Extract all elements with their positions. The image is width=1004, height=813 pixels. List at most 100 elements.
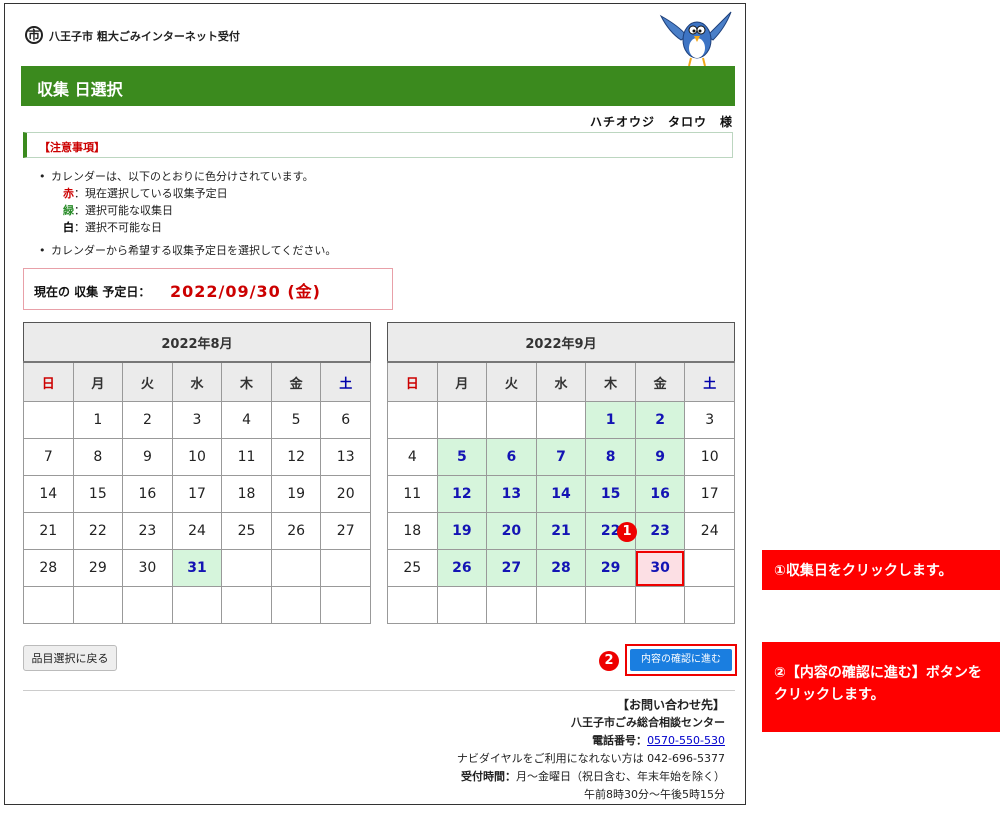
calendar-day-available[interactable]: 8 (585, 438, 636, 476)
calendar-day-available[interactable]: 14 (535, 475, 587, 513)
legend-red: 赤：現在選択している収集予定日 (63, 187, 228, 200)
calendar-empty-cell (387, 586, 438, 624)
calendar-day-unavailable: 23 (122, 512, 173, 550)
calendar-day-available[interactable]: 15 (585, 475, 636, 513)
contact-heading: 【お問い合わせ先】 (616, 698, 725, 712)
page: 市 八王子市 粗大ごみインターネット受付 収集 日選択 ハチオウジ タロウ 様 … (5, 4, 745, 804)
calendar-week-row: 7 8 9 10 11 12 13 (23, 438, 371, 476)
weekday-header: 日 (387, 361, 438, 402)
calendar-day-unavailable: 11 (387, 475, 438, 513)
weekday-header: 木 (221, 361, 272, 402)
weekday-header: 月 (72, 361, 124, 402)
calendar-empty-cell (486, 586, 537, 624)
calendar-empty-cell (535, 401, 587, 439)
calendar-day-unavailable: 16 (122, 475, 173, 513)
callout-step-1: ①収集日をクリックします。 (762, 550, 1000, 590)
notice-bullet-1: • カレンダーは、以下のとおりに色分けされています。 (39, 170, 314, 183)
calendar-day-unavailable: 17 (684, 475, 735, 513)
calendar-day-available[interactable]: 5 (436, 438, 488, 476)
callout-step-2: ②【内容の確認に進む】ボタンをクリックします。 (762, 642, 1000, 732)
calendar-day-available[interactable]: 27 (486, 549, 537, 587)
calendar-day-unavailable: 24 (171, 512, 223, 550)
calendar-empty-cell (221, 586, 272, 624)
calendar-day-available[interactable]: 28 (535, 549, 587, 587)
calendar-empty-cell (634, 586, 686, 624)
weekday-header: 土 (320, 361, 371, 402)
calendar-day-available[interactable]: 1 (585, 401, 636, 439)
calendar-week-row: 18 19 20 21 22 23 24 (387, 512, 735, 550)
calendar-empty-cell (221, 549, 272, 587)
calendar-week-row (23, 586, 371, 624)
current-date-value: 2022/09/30 (金) (170, 282, 321, 301)
calendar-day-available[interactable]: 31 (171, 549, 223, 587)
calendar-day-unavailable: 10 (171, 438, 223, 476)
calendar-day-unavailable: 13 (320, 438, 371, 476)
calendar-day-available[interactable]: 7 (535, 438, 587, 476)
contact-phone-link[interactable]: 0570-550-530 (647, 734, 725, 747)
calendar-empty-cell (486, 401, 537, 439)
calendar-day-unavailable: 14 (23, 475, 74, 513)
calendar-day-available[interactable]: 26 (436, 549, 488, 587)
calendar-day-unavailable: 2 (122, 401, 173, 439)
calendar-september: 2022年9月日月火水木金土 1 2 3 4 5 6 7 8 9 10 11 12 13 14 15 16 17 1… (387, 322, 735, 624)
calendar-day-unavailable: 11 (221, 438, 272, 476)
calendar-day-unavailable: 22 (72, 512, 124, 550)
calendar-day-unavailable: 7 (23, 438, 74, 476)
calendar-day-available[interactable]: 23 (634, 512, 686, 550)
calendar-day-unavailable: 3 (171, 401, 223, 439)
calendar-empty-cell (270, 549, 322, 587)
calendar-day-selected[interactable]: 30 (634, 549, 686, 587)
notice-bullet-2: • カレンダーから希望する収集予定日を選択してください。 (39, 244, 337, 257)
weekday-header: 水 (535, 361, 587, 402)
contact-hours-2: 午前8時30分～午後5時15分 (584, 788, 725, 801)
calendar-day-unavailable: 26 (270, 512, 322, 550)
calendar-empty-cell (535, 586, 587, 624)
step-marker-1: 1 (617, 522, 637, 542)
calendar-day-available[interactable]: 20 (486, 512, 537, 550)
confirm-contents-button[interactable]: 内容の確認に進む (630, 649, 732, 671)
calendar-august: 2022年8月日月火水木金土 1 2 3 4 5 6 7 8 9 10 11 12 13 14 15 16 17 1… (23, 322, 371, 624)
calendar-week-row: 123 (387, 401, 735, 439)
calendar-title: 2022年8月 (23, 322, 371, 363)
calendar-day-available[interactable]: 19 (436, 512, 488, 550)
calendar-day-available[interactable]: 21 (535, 512, 587, 550)
calendar-day-available[interactable]: 12 (436, 475, 488, 513)
calendar-day-unavailable: 30 (122, 549, 173, 587)
legend-green: 緑：選択可能な収集日 (63, 204, 173, 217)
calendar-day-unavailable: 1 (72, 401, 124, 439)
calendar-empty-cell (320, 586, 371, 624)
current-date-box: 現在の 収集 予定日： 2022/09/30 (金) (23, 268, 393, 310)
browser-frame: 市 八王子市 粗大ごみインターネット受付 収集 日選択 ハチオウジ タロウ 様 … (4, 3, 746, 805)
notice-list: • カレンダーは、以下のとおりに色分けされています。 赤：現在選択している収集予定… (39, 168, 336, 259)
calendar-day-unavailable: 25 (387, 549, 438, 587)
calendar-empty-cell (270, 586, 322, 624)
calendar-day-available[interactable]: 29 (585, 549, 636, 587)
calendar-day-unavailable: 15 (72, 475, 124, 513)
back-to-items-button[interactable]: 品目選択に戻る (23, 645, 117, 671)
calendar-day-available[interactable]: 16 (634, 475, 686, 513)
calendar-day-unavailable: 18 (387, 512, 438, 550)
calendar-day-unavailable: 21 (23, 512, 74, 550)
weekday-header: 日 (23, 361, 74, 402)
calendar-week-row (387, 586, 735, 624)
calendar-day-available[interactable]: 2 (634, 401, 686, 439)
weekday-header: 金 (270, 361, 322, 402)
contact-center: 八王子市ごみ総合相談センター (571, 716, 725, 729)
calendar-week-row: 25 26 27 28 29 30 (387, 549, 735, 587)
calendar-week-row: 4 5 6 7 8 9 10 (387, 438, 735, 476)
calendar-day-unavailable: 4 (221, 401, 272, 439)
site-title: 八王子市 粗大ごみインターネット受付 (49, 30, 240, 43)
header: 市 八王子市 粗大ごみインターネット受付 (21, 11, 737, 68)
calendar-day-available[interactable]: 6 (486, 438, 537, 476)
legend-white: 白：選択不可能な日 (63, 221, 162, 234)
calendar-day-available[interactable]: 9 (634, 438, 686, 476)
calendar-day-unavailable: 24 (684, 512, 735, 550)
calendar-day-available[interactable]: 13 (486, 475, 537, 513)
calendar-empty-cell (684, 586, 735, 624)
calendar-day-unavailable: 12 (270, 438, 322, 476)
calendar-empty-cell (436, 586, 488, 624)
calendar-day-unavailable: 19 (270, 475, 322, 513)
calendar-day-unavailable: 20 (320, 475, 371, 513)
calendar-day-unavailable: 17 (171, 475, 223, 513)
calendar-day-unavailable: 8 (72, 438, 124, 476)
